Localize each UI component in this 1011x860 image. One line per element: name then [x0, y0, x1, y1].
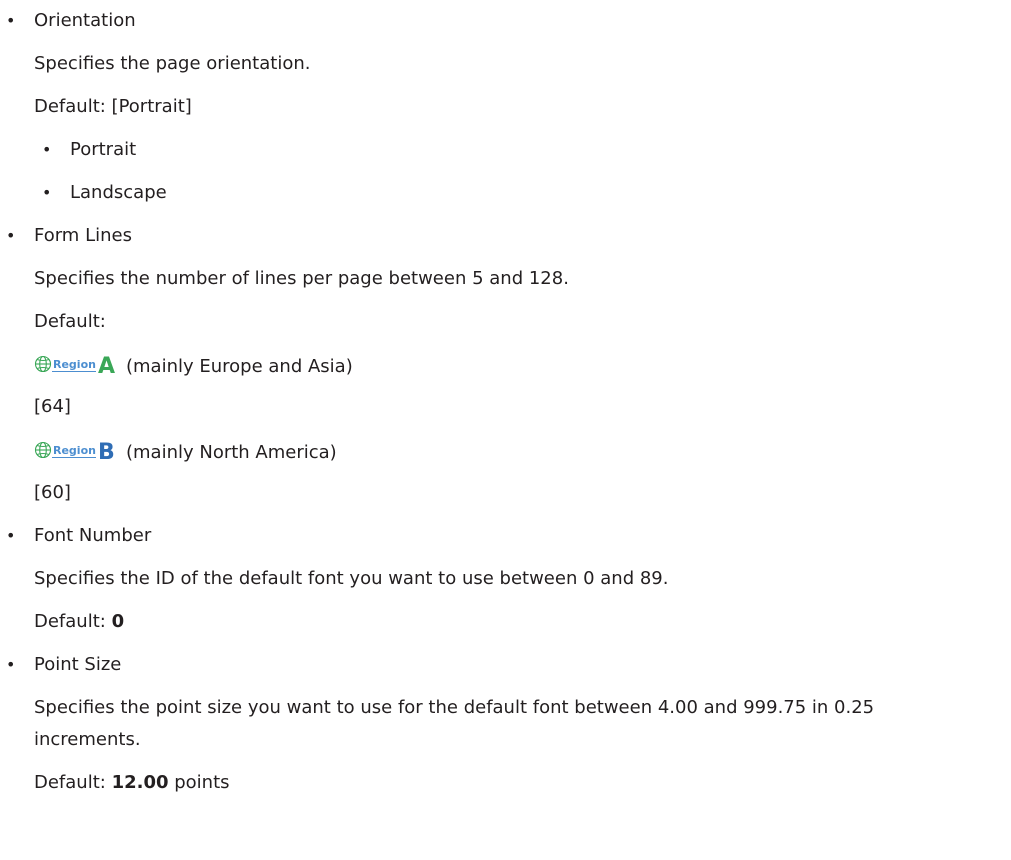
- item-title: Orientation: [34, 10, 136, 31]
- item-default: Default: [Portrait]: [34, 96, 192, 117]
- item-description: Specifies the ID of the default font you…: [34, 568, 669, 589]
- region-b-value: [60]: [34, 482, 71, 503]
- region-a-row: Region A (mainly Europe and Asia): [34, 353, 353, 378]
- item-description: Specifies the page orientation.: [34, 53, 311, 74]
- item-title: Form Lines: [34, 225, 132, 246]
- item-description-line-2: increments.: [34, 729, 141, 750]
- region-a-icon: Region A: [34, 354, 115, 375]
- region-note: (mainly Europe and Asia): [126, 356, 353, 377]
- option-label: Landscape: [70, 182, 167, 203]
- item-description: Specifies the number of lines per page b…: [34, 268, 569, 289]
- region-note: (mainly North America): [126, 442, 337, 463]
- bullet: •: [6, 11, 16, 30]
- region-badge-text: Region: [53, 358, 96, 371]
- item-default: Default: 0: [34, 611, 124, 633]
- region-b-icon: Region B: [34, 440, 115, 461]
- item-title: Point Size: [34, 654, 122, 675]
- bullet: •: [42, 183, 52, 202]
- bullet: •: [6, 226, 16, 245]
- item-title: Font Number: [34, 525, 152, 546]
- default-value: 0: [111, 611, 125, 632]
- region-letter: A: [98, 354, 115, 375]
- default-label: Default:: [34, 611, 112, 632]
- default-value: 12.00: [111, 772, 169, 793]
- region-a-value: [64]: [34, 396, 71, 417]
- region-badge-text: Region: [53, 444, 96, 457]
- default-label: Default:: [34, 772, 112, 793]
- bullet: •: [6, 655, 16, 674]
- item-default: Default:: [34, 311, 106, 332]
- bullet: •: [6, 526, 16, 545]
- default-unit: points: [168, 772, 230, 793]
- bullet: •: [42, 140, 52, 159]
- globe-icon: [34, 355, 52, 373]
- item-default: Default: 12.00 points: [34, 772, 230, 794]
- region-letter: B: [98, 440, 115, 461]
- globe-icon: [34, 441, 52, 459]
- region-b-row: Region B (mainly North America): [34, 439, 337, 464]
- option-label: Portrait: [70, 139, 137, 160]
- item-description-line-1: Specifies the point size you want to use…: [34, 697, 875, 718]
